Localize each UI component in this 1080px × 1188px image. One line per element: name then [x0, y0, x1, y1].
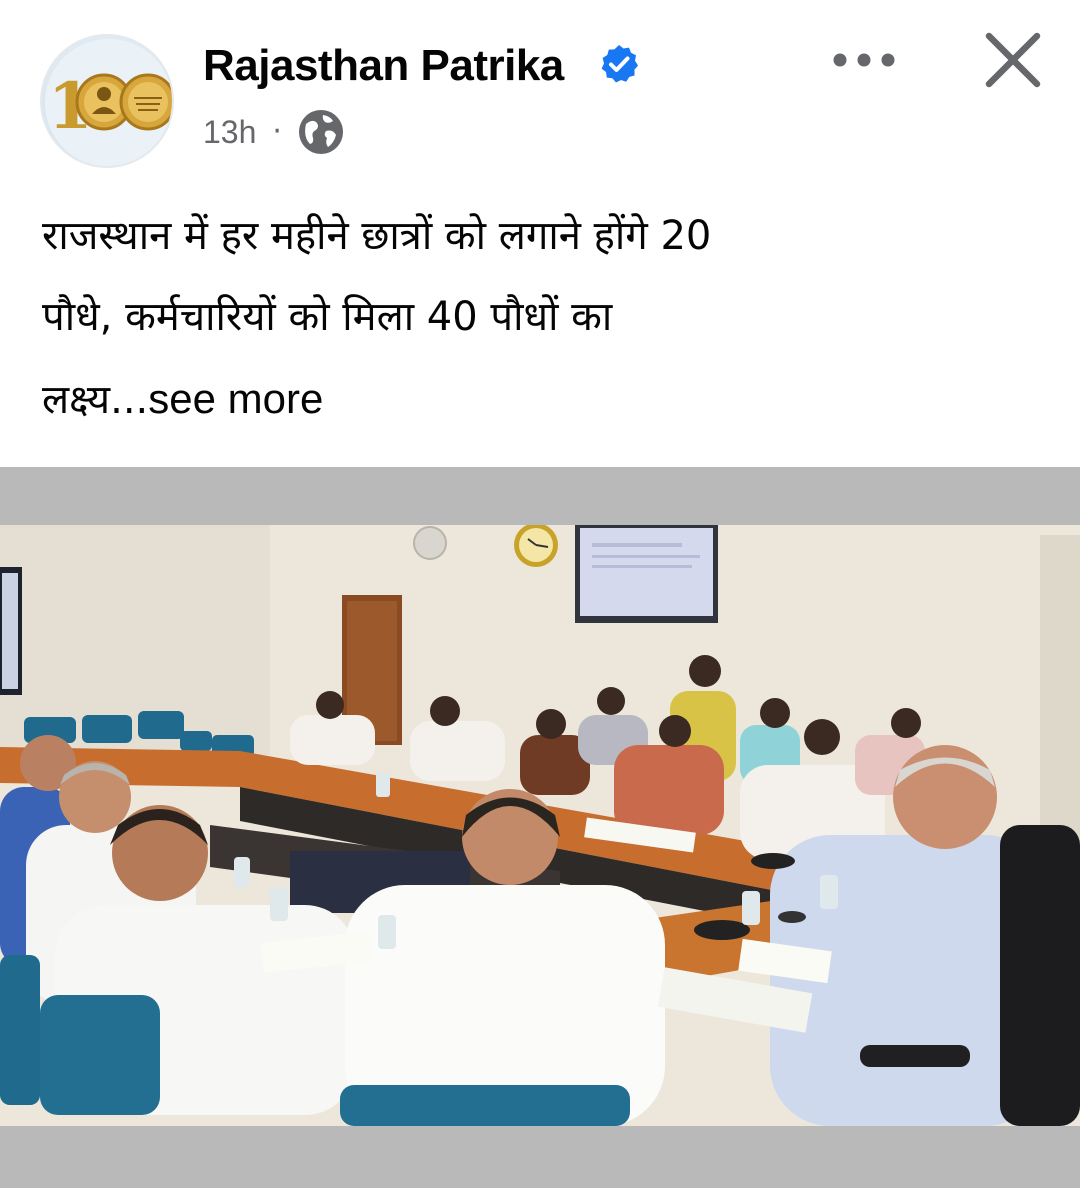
close-button[interactable]	[978, 25, 1048, 95]
caption-line-3-text: लक्ष्य...	[42, 377, 149, 423]
post-photo-frame[interactable]	[0, 467, 1080, 1188]
post-timestamp[interactable]: 13h	[203, 114, 256, 151]
globe-icon[interactable]	[296, 107, 346, 157]
more-options-button[interactable]	[828, 40, 900, 80]
more-horizontal-icon	[833, 53, 895, 67]
post-meta: 13h ·	[203, 108, 346, 156]
caption-line-2: पौधे, कर्मचारियों को मिला 40 पौधों का	[42, 294, 613, 340]
see-more-link[interactable]: see more	[148, 375, 323, 422]
page-avatar[interactable]: 1	[40, 34, 174, 168]
verified-badge-icon	[601, 45, 638, 83]
caption-line-1: राजस्थान में हर महीने छात्रों को लगाने ह…	[42, 213, 712, 259]
close-icon	[985, 32, 1041, 88]
patrika-100-years-logo: 1	[45, 39, 172, 166]
caption-line-3: लक्ष्य...see more	[42, 358, 1052, 441]
meta-separator: ·	[272, 114, 282, 149]
post-photo[interactable]	[0, 525, 1080, 1126]
page-name[interactable]: Rajasthan Patrika	[203, 40, 564, 92]
post-header: 1 Rajasthan Patrika 13h ·	[0, 0, 1080, 180]
meeting-room-photo	[0, 525, 1080, 1126]
post-caption: राजस्थान में हर महीने छात्रों को लगाने ह…	[42, 196, 1052, 441]
